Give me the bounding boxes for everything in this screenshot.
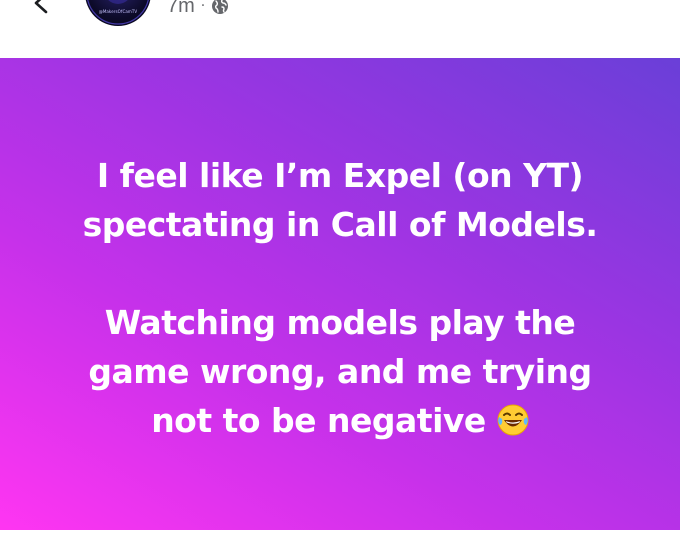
post-timestamp[interactable]: 7m (167, 0, 195, 18)
post-line: I feel like I’m Expel (on YT) (96, 156, 584, 195)
post-header: @MakersOfCamTV 7m · (0, 0, 680, 58)
tears-of-joy-emoji-icon (497, 404, 529, 436)
globe-icon[interactable] (211, 0, 229, 15)
chevron-left-icon[interactable] (30, 0, 52, 14)
post-line: not to be negative (151, 401, 486, 440)
post-line: game wrong, and me trying (88, 352, 592, 391)
post-footer-strip (0, 530, 680, 545)
post-body-text: I feel like I’m Expel (on YT) spectating… (40, 151, 640, 445)
post-view: @MakersOfCamTV 7m · I feel like I’m Expe… (0, 0, 680, 545)
post-line: spectating in Call of Models. (82, 205, 598, 244)
background-text-post: I feel like I’m Expel (on YT) spectating… (0, 58, 680, 530)
meta-separator: · (200, 0, 206, 14)
post-line-with-emoji: not to be negative (40, 396, 640, 445)
post-line: Watching models play the (104, 303, 576, 342)
post-meta: 7m · (167, 0, 229, 18)
avatar-caption: @MakersOfCamTV (98, 9, 138, 14)
avatar[interactable]: @MakersOfCamTV (85, 0, 151, 26)
